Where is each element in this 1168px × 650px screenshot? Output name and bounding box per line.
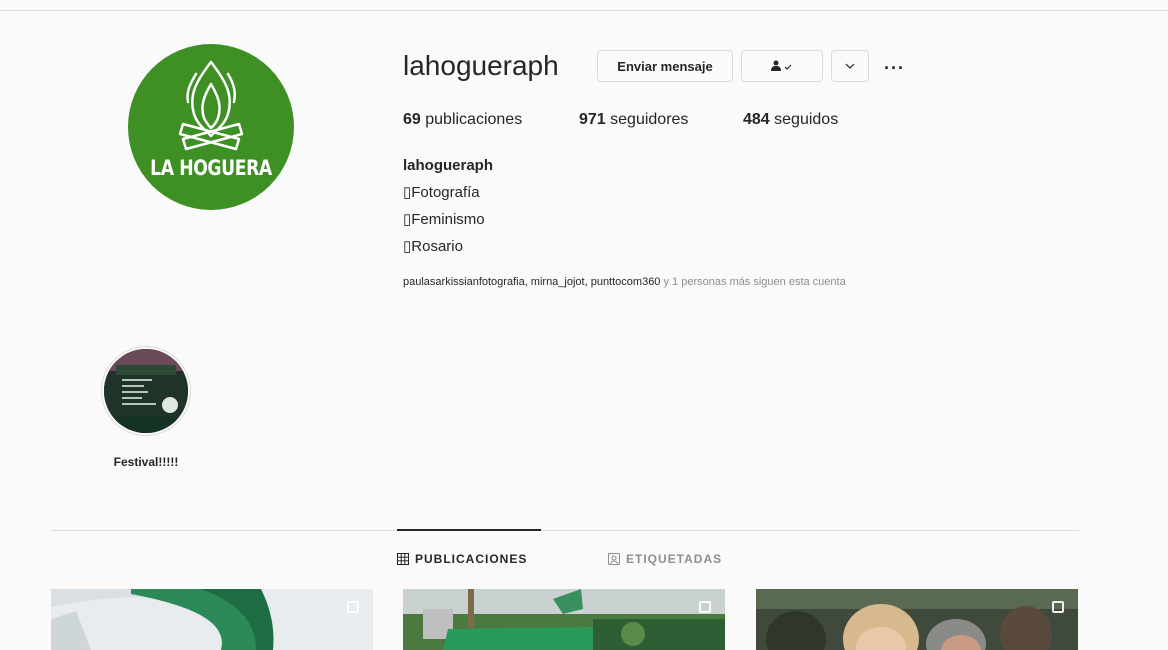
- story-highlight-label: Festival!!!!!: [113, 455, 179, 469]
- tab-tagged-label: ETIQUETADAS: [626, 552, 723, 566]
- following-stat[interactable]: 484 seguidos: [743, 111, 838, 129]
- post-thumbnail[interactable]: [403, 589, 725, 650]
- bio-line: ▯Rosario: [403, 237, 463, 255]
- bio-line-text: Feminismo: [411, 211, 485, 228]
- bio-line-text: Fotografía: [411, 184, 480, 201]
- user-check-icon: [771, 60, 792, 71]
- highlight-cover-image: [104, 349, 188, 433]
- avatar-logo-text: LA HOGUERA: [150, 156, 272, 180]
- bio-name: lahogueraph: [403, 157, 494, 174]
- carousel-icon: [699, 601, 711, 613]
- post-image: [51, 589, 373, 650]
- bio-line-text: Rosario: [411, 238, 463, 255]
- send-message-button[interactable]: Enviar mensaje: [597, 50, 733, 82]
- posts-stat: 69 publicaciones: [403, 111, 522, 129]
- carousel-icon: [347, 601, 359, 613]
- following-label: seguidos: [774, 111, 839, 128]
- profile-username: lahogueraph: [403, 50, 559, 81]
- campfire-icon: [178, 60, 244, 151]
- post-image: [403, 589, 725, 650]
- post-thumbnail[interactable]: [51, 589, 373, 650]
- bio-line: ▯Fotografía: [403, 183, 480, 201]
- tabs-divider: [51, 530, 1079, 531]
- post-image: [756, 589, 1078, 650]
- carousel-icon: [1052, 601, 1064, 613]
- tab-posts[interactable]: PUBLICACIONES: [397, 552, 527, 566]
- followed-by-names[interactable]: paulasarkissianfotografia, mirna_jojot, …: [403, 276, 660, 288]
- followers-label: seguidores: [610, 111, 689, 128]
- posts-label: publicaciones: [425, 111, 523, 128]
- post-thumbnail[interactable]: [756, 589, 1078, 650]
- bio-line: ▯Feminismo: [403, 210, 485, 228]
- profile-avatar[interactable]: LA HOGUERA: [128, 44, 294, 210]
- top-divider: [0, 10, 1168, 11]
- active-tab-indicator: [397, 529, 541, 531]
- grid-icon: [397, 553, 409, 565]
- more-options-icon[interactable]: ···: [884, 58, 905, 79]
- following-count: 484: [743, 111, 770, 128]
- followed-by-suffix: y 1 personas más siguen esta cuenta: [660, 276, 846, 288]
- story-highlight-cover[interactable]: [104, 349, 188, 433]
- chevron-down-icon: [845, 63, 855, 69]
- followed-by-text[interactable]: paulasarkissianfotografia, mirna_jojot, …: [403, 276, 846, 288]
- posts-count: 69: [403, 111, 421, 128]
- followers-count: 971: [579, 111, 606, 128]
- tab-tagged[interactable]: ETIQUETADAS: [608, 552, 722, 566]
- tagged-user-icon: [608, 553, 620, 565]
- suggested-accounts-button[interactable]: [831, 50, 869, 82]
- followers-stat[interactable]: 971 seguidores: [579, 111, 688, 129]
- tab-posts-label: PUBLICACIONES: [415, 552, 528, 566]
- following-button[interactable]: [741, 50, 823, 82]
